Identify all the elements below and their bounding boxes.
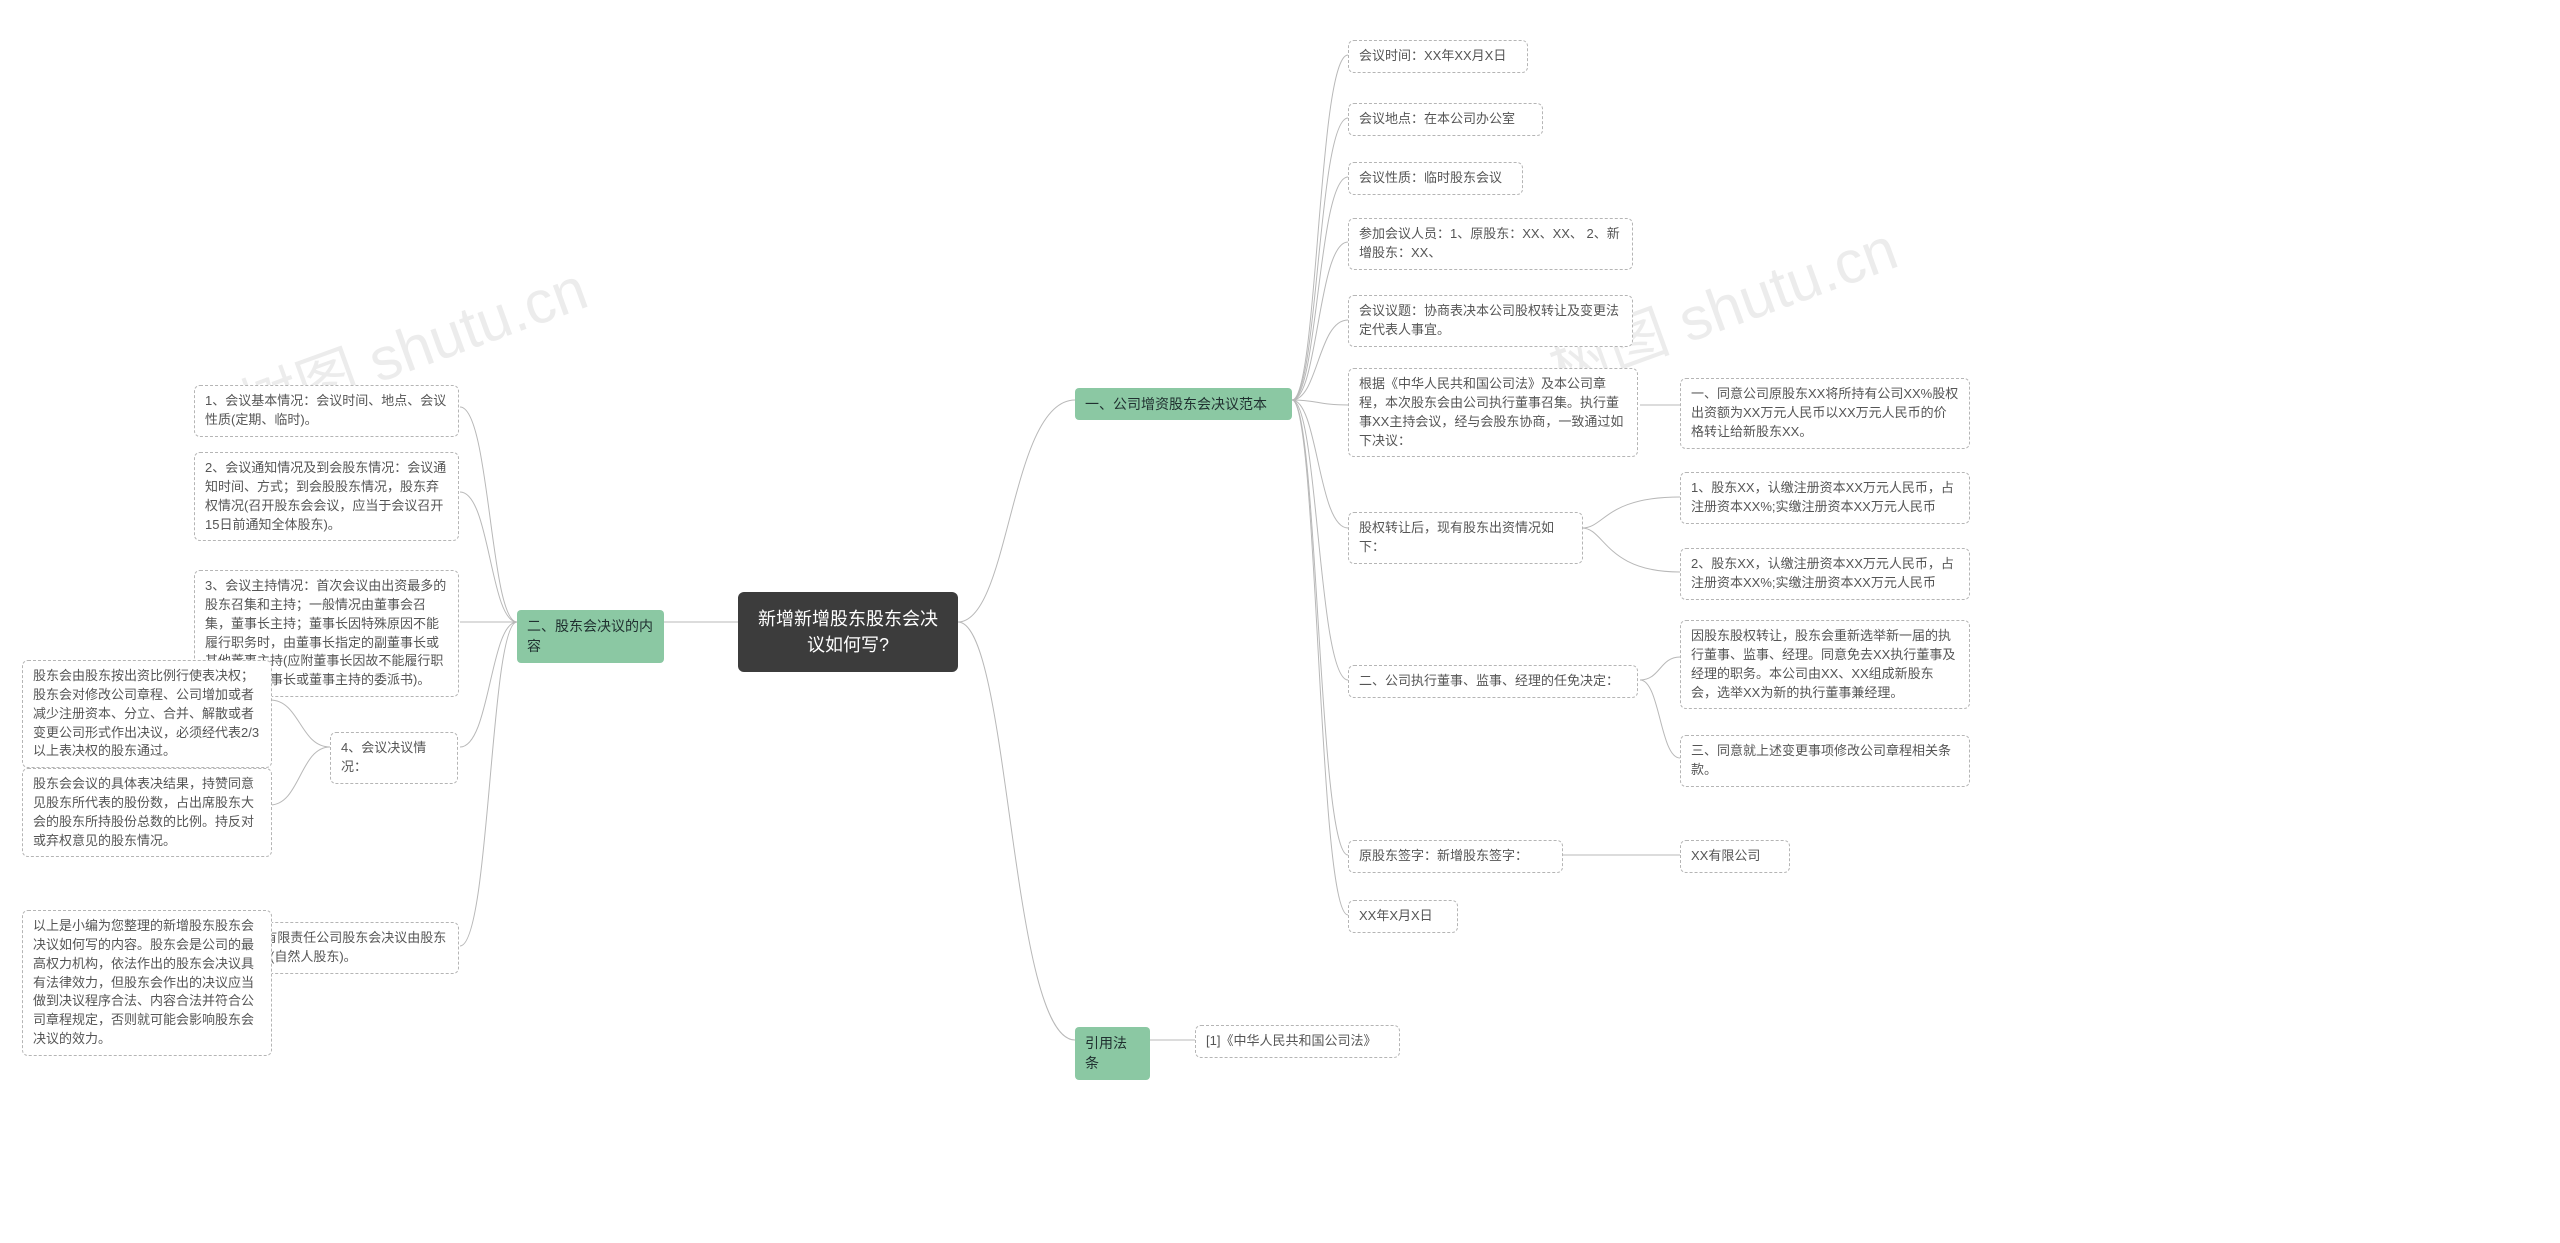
leaf-date: XX年X月X日 — [1348, 900, 1458, 933]
leaf-holder-1: 1、股东XX，认缴注册资本XX万元人民币，占注册资本XX%;实缴注册资本XX万元… — [1680, 472, 1970, 524]
leaf-after-transfer: 股权转让后，现有股东出资情况如下： — [1348, 512, 1583, 564]
leaf-meeting-place: 会议地点：在本公司办公室 — [1348, 103, 1543, 136]
leaf-charter-change: 三、同意就上述变更事项修改公司章程相关条款。 — [1680, 735, 1970, 787]
leaf-holder-2: 2、股东XX，认缴注册资本XX万元人民币，占注册资本XX%;实缴注册资本XX万元… — [1680, 548, 1970, 600]
branch-content: 二、股东会决议的内容 — [517, 610, 664, 663]
root-node: 新增新增股东股东会决议如何写? — [738, 592, 958, 672]
leaf-law-1: [1]《中华人民共和国公司法》 — [1195, 1025, 1400, 1058]
leaf-vote-rule: 股东会由股东按出资比例行使表决权；股东会对修改公司章程、公司增加或者减少注册资本… — [22, 660, 272, 768]
leaf-company: XX有限公司 — [1680, 840, 1790, 873]
leaf-vote-result: 股东会会议的具体表决结果，持赞同意见股东所代表的股份数，占出席股东大会的股东所持… — [22, 768, 272, 857]
leaf-signatures: 原股东签字：新增股东签字： — [1348, 840, 1563, 873]
leaf-resolution-status: 4、会议决议情况： — [330, 732, 458, 784]
leaf-meeting-nature: 会议性质：临时股东会议 — [1348, 162, 1523, 195]
leaf-appointment: 二、公司执行董事、监事、经理的任免决定： — [1348, 665, 1638, 698]
leaf-attendees: 参加会议人员：1、原股东：XX、XX、 2、新增股东：XX、 — [1348, 218, 1633, 270]
branch-template: 一、公司增资股东会决议范本 — [1075, 388, 1292, 420]
leaf-meeting-time: 会议时间：XX年XX月X日 — [1348, 40, 1528, 73]
leaf-resolution-1: 一、同意公司原股东XX将所持有公司XX%股权出资额为XX万元人民币以XX万元人民… — [1680, 378, 1970, 449]
leaf-summary: 以上是小编为您整理的新增股东股东会决议如何写的内容。股东会是公司的最高权力机构，… — [22, 910, 272, 1056]
leaf-appointment-detail: 因股东股权转让，股东会重新选举新一届的执行董事、监事、经理。同意免去XX执行董事… — [1680, 620, 1970, 709]
branch-cited-laws: 引用法条 — [1075, 1027, 1150, 1080]
leaf-basic-info: 1、会议基本情况：会议时间、地点、会议性质(定期、临时)。 — [194, 385, 459, 437]
leaf-topic: 会议议题：协商表决本公司股权转让及变更法定代表人事宜。 — [1348, 295, 1633, 347]
leaf-basis: 根据《中华人民共和国公司法》及本公司章程，本次股东会由公司执行董事召集。执行董事… — [1348, 368, 1638, 457]
leaf-notice: 2、会议通知情况及到会股东情况：会议通知时间、方式；到会股股东情况，股东弃权情况… — [194, 452, 459, 541]
